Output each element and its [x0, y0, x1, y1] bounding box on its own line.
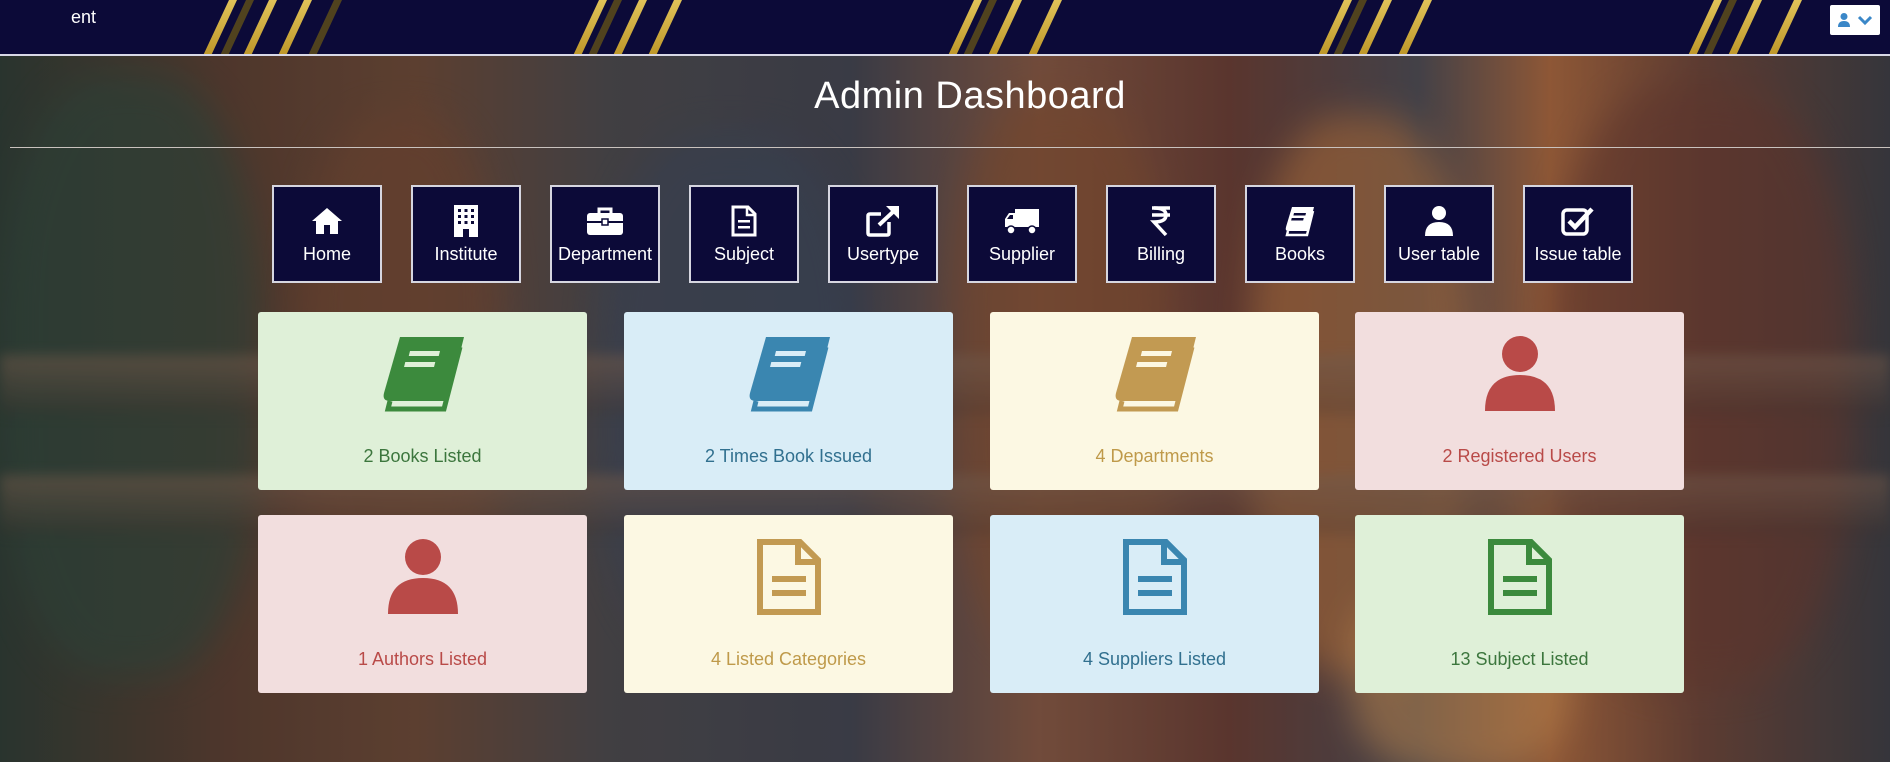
nav-label: Institute	[434, 243, 498, 264]
user-menu-button[interactable]	[1830, 5, 1880, 35]
stat-card-departments[interactable]: 4 Departments	[990, 312, 1319, 490]
stat-label: 4 Listed Categories	[710, 649, 867, 669]
nav-supplier[interactable]: Supplier	[967, 185, 1077, 283]
user-icon	[386, 537, 460, 617]
stat-label: 4 Departments	[1095, 446, 1214, 466]
nav-label: Books	[1274, 243, 1326, 264]
external-link-icon	[865, 204, 901, 238]
nav-billing[interactable]: Billing	[1106, 185, 1216, 283]
user-icon	[1424, 204, 1454, 238]
chevron-down-icon	[1857, 15, 1873, 26]
document-icon	[731, 204, 757, 238]
nav-label: Department	[557, 243, 653, 264]
stat-card-books-issued[interactable]: 2 Times Book Issued	[624, 312, 953, 490]
stat-card-books-listed[interactable]: 2 Books Listed	[258, 312, 587, 490]
stat-label: 4 Suppliers Listed	[1082, 649, 1227, 669]
nav-issue-table[interactable]: Issue table	[1523, 185, 1633, 283]
nav-label: Subject	[713, 243, 775, 264]
stat-label: 2 Registered Users	[1442, 446, 1597, 466]
document-icon	[1122, 537, 1188, 617]
user-icon	[1838, 13, 1850, 27]
nav-label: Billing	[1136, 243, 1186, 264]
nav-department[interactable]: Department	[550, 185, 660, 283]
building-icon	[452, 204, 480, 238]
document-icon	[1487, 537, 1553, 617]
rupee-icon	[1149, 204, 1173, 238]
stat-card-suppliers-listed[interactable]: 4 Suppliers Listed	[990, 515, 1319, 693]
book-icon	[1110, 334, 1200, 414]
nav-home[interactable]: Home	[272, 185, 382, 283]
briefcase-icon	[586, 204, 624, 238]
nav-label: Issue table	[1534, 243, 1622, 264]
document-icon	[756, 537, 822, 617]
nav-label: User table	[1397, 243, 1481, 264]
stat-card-authors-listed[interactable]: 1 Authors Listed	[258, 515, 587, 693]
nav-label: Supplier	[988, 243, 1056, 264]
page-title: Admin Dashboard	[814, 75, 1126, 117]
nav-subject[interactable]: Subject	[689, 185, 799, 283]
brand-text: ent	[71, 7, 97, 27]
book-icon	[1284, 204, 1316, 238]
truck-icon	[1003, 204, 1041, 238]
stat-card-registered-users[interactable]: 2 Registered Users	[1355, 312, 1684, 490]
checkbox-icon	[1561, 204, 1595, 238]
nav-usertype[interactable]: Usertype	[828, 185, 938, 283]
book-icon	[378, 334, 468, 414]
nav-books[interactable]: Books	[1245, 185, 1355, 283]
stat-label: 2 Books Listed	[363, 446, 482, 466]
user-icon	[1483, 334, 1557, 414]
stat-label: 1 Authors Listed	[357, 649, 488, 669]
stat-card-listed-categories[interactable]: 4 Listed Categories	[624, 515, 953, 693]
stat-label: 13 Subject Listed	[1450, 649, 1589, 669]
admin-nav: Home Institute Department Subject Userty…	[272, 185, 1633, 283]
book-icon	[744, 334, 834, 414]
nav-label: Usertype	[846, 243, 920, 264]
home-icon	[310, 204, 344, 238]
nav-label: Home	[302, 243, 351, 264]
title-divider	[10, 147, 1890, 148]
stat-label: 2 Times Book Issued	[704, 446, 873, 466]
nav-institute[interactable]: Institute	[411, 185, 521, 283]
stat-card-subject-listed[interactable]: 13 Subject Listed	[1355, 515, 1684, 693]
nav-user-table[interactable]: User table	[1384, 185, 1494, 283]
top-header: ent	[0, 0, 1890, 56]
